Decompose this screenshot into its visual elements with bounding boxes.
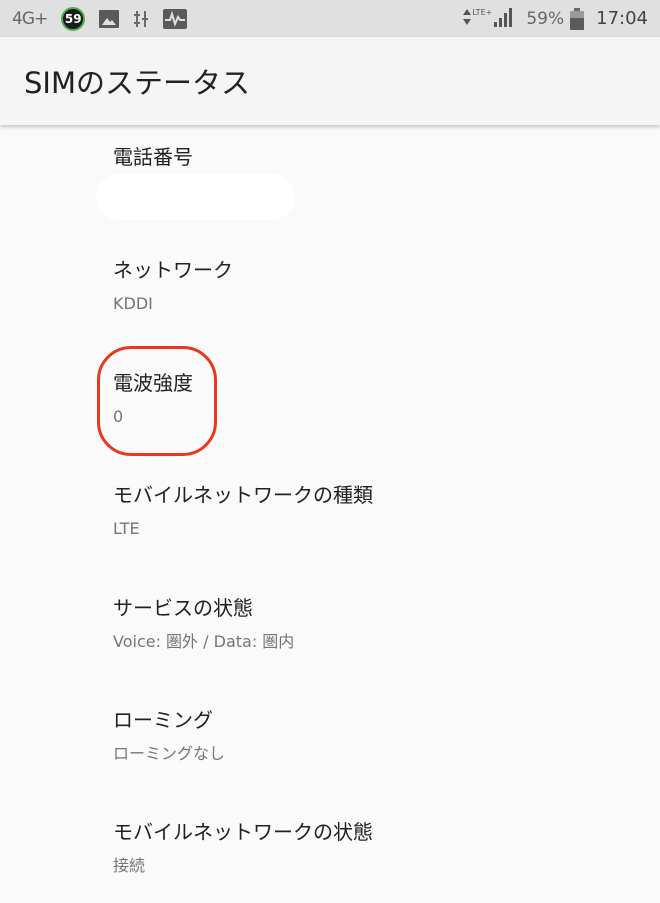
pref-summary: 接続 xyxy=(113,856,146,875)
pref-summary: ローミングなし xyxy=(113,744,226,763)
image-icon xyxy=(99,9,120,28)
notification-count-badge: 59 xyxy=(61,6,86,31)
pref-summary: KDDI xyxy=(113,294,153,313)
pref-item-service-state[interactable]: サービスの状態 Voice: 圏外 / Data: 圏内 xyxy=(113,596,613,652)
clock: 17:04 xyxy=(596,8,648,29)
redaction-mask xyxy=(96,174,295,220)
pref-title: 電波強度 xyxy=(113,371,193,395)
pref-item-network[interactable]: ネットワーク KDDI xyxy=(113,258,613,314)
usb-debug-icon xyxy=(133,9,149,29)
page-title: SIMのステータス xyxy=(24,66,250,100)
battery-percent: 59% xyxy=(526,8,565,29)
pref-item-roaming[interactable]: ローミング ローミングなし xyxy=(113,708,613,764)
battery-icon xyxy=(570,7,585,30)
lte-plus-label: LTE+ xyxy=(472,7,493,17)
mobile-signal-group: LTE+ xyxy=(462,7,513,31)
pref-title: モバイルネットワークの種類 xyxy=(113,483,373,507)
pref-title: ネットワーク xyxy=(113,258,233,282)
status-bar: 4G+ 59 LTE+ 59% 17:04 xyxy=(0,0,660,37)
pulse-icon xyxy=(163,8,188,29)
status-bar-right: LTE+ 59% 17:04 xyxy=(462,7,648,31)
status-bar-left: 4G+ 59 xyxy=(12,6,201,31)
pref-summary: LTE xyxy=(113,519,140,538)
network-indicator-text: 4G+ xyxy=(12,8,48,29)
pref-item-signal-strength[interactable]: 電波強度 0 xyxy=(113,371,613,427)
data-arrows-icon xyxy=(462,7,472,31)
signal-icon xyxy=(494,7,513,31)
pref-title: サービスの状態 xyxy=(113,596,253,620)
pref-title: ローミング xyxy=(113,708,213,732)
pref-item-mobile-network-type[interactable]: モバイルネットワークの種類 LTE xyxy=(113,483,613,539)
pref-summary: 0 xyxy=(113,407,124,426)
pref-summary: Voice: 圏外 / Data: 圏内 xyxy=(113,632,295,651)
pref-title: 電話番号 xyxy=(113,145,193,169)
pref-title: モバイルネットワークの状態 xyxy=(113,820,373,844)
app-bar: SIMのステータス xyxy=(0,37,660,125)
pref-item-mobile-network-state[interactable]: モバイルネットワークの状態 接続 xyxy=(113,820,613,876)
